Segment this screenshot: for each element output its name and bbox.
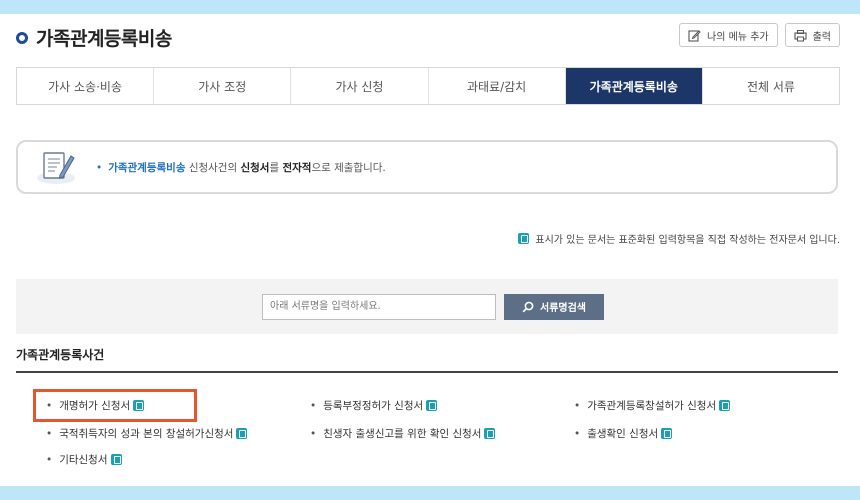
list-bullet: • bbox=[46, 453, 53, 466]
list-bullet: • bbox=[574, 399, 581, 412]
print-button[interactable]: 출력 bbox=[784, 23, 840, 47]
doc-item-other-application[interactable]: • 기타신청서 bbox=[46, 452, 122, 467]
list-bullet: • bbox=[310, 399, 317, 412]
doc-item-label: 기타신청서 bbox=[59, 454, 108, 466]
tab-family-registration[interactable]: 가족관계등록비송 bbox=[565, 68, 703, 104]
tab-family-mediation[interactable]: 가사 조정 bbox=[154, 68, 292, 104]
doc-item-label: 등록부정정허가 신청서 bbox=[323, 400, 424, 412]
print-label: 출력 bbox=[812, 31, 831, 43]
notice-highlight-electronic: 전자적 bbox=[282, 161, 312, 174]
notice-text: • 가족관계등록비송 신청사건의 신청서를 전자적으로 제출합니다. bbox=[96, 160, 386, 175]
doc-item-label: 친생자 출생신고를 위한 확인 신청서 bbox=[323, 428, 482, 440]
print-icon bbox=[794, 29, 807, 41]
tab-all-documents[interactable]: 전체 서류 bbox=[702, 68, 840, 104]
list-bullet: • bbox=[46, 427, 53, 440]
notice-text-part: 신청사건의 bbox=[185, 161, 241, 174]
notice-bullet: • bbox=[96, 161, 103, 174]
add-my-menu-button[interactable]: 나의 메뉴 추가 bbox=[679, 23, 778, 47]
edoc-icon bbox=[518, 233, 530, 244]
tab-family-litigation[interactable]: 가사 소송·비송 bbox=[17, 68, 155, 104]
add-my-menu-label: 나의 메뉴 추가 bbox=[707, 31, 769, 43]
tab-family-application[interactable]: 가사 신청 bbox=[291, 68, 429, 104]
category-tabs: 가사 소송·비송 가사 조정 가사 신청 과태료/감치 가족관계등록비송 전체 … bbox=[16, 67, 840, 105]
doc-item-label: 가족관계등록창설허가 신청서 bbox=[587, 400, 717, 412]
document-search-input[interactable] bbox=[262, 293, 496, 320]
search-button-label: 서류명검색 bbox=[540, 303, 586, 314]
page-title: 가족관계등록비송 bbox=[36, 28, 172, 50]
notice-text-part: 으로 제출합니다. bbox=[311, 161, 386, 174]
title-bullet-icon bbox=[16, 31, 28, 44]
title-row: 가족관계등록비송 bbox=[16, 24, 172, 51]
tab-fine-detention[interactable]: 과태료/감치 bbox=[428, 68, 566, 104]
edoc-icon bbox=[426, 400, 438, 411]
notice-text-part: 를 bbox=[269, 161, 283, 174]
notice-highlight-application: 신청서 bbox=[240, 161, 270, 174]
section-divider bbox=[16, 371, 838, 373]
edit-icon bbox=[688, 29, 701, 42]
edoc-legend: 표시가 있는 문서는 표준화된 입력항목을 직접 작성하는 전자문서 입니다. bbox=[518, 231, 840, 246]
highlight-box bbox=[33, 389, 197, 422]
document-search-button[interactable]: 서류명검색 bbox=[504, 293, 604, 320]
doc-item-label: 국적취득자의 성과 본의 창설허가신청서 bbox=[59, 428, 234, 440]
edoc-icon bbox=[484, 428, 496, 439]
edoc-icon bbox=[236, 428, 248, 439]
list-bullet: • bbox=[310, 427, 317, 440]
doc-item-naturalized-surname[interactable]: • 국적취득자의 성과 본의 창설허가신청서 bbox=[46, 426, 248, 441]
doc-item-label: 출생확인 신청서 bbox=[587, 428, 659, 440]
doc-item-birth-report-confirmation[interactable]: • 친생자 출생신고를 위한 확인 신청서 bbox=[310, 426, 496, 441]
top-buttons: 나의 메뉴 추가 출력 bbox=[679, 23, 840, 47]
section-title: 가족관계등록사건 bbox=[16, 348, 105, 362]
bottom-band bbox=[0, 486, 860, 500]
top-band bbox=[0, 0, 860, 14]
notice-box: • 가족관계등록비송 신청사건의 신청서를 전자적으로 제출합니다. bbox=[16, 140, 838, 194]
search-icon bbox=[522, 301, 534, 312]
notice-highlight-category: 가족관계등록비송 bbox=[108, 161, 186, 174]
document-pen-icon bbox=[37, 152, 75, 184]
doc-item-registry-creation[interactable]: • 가족관계등록창설허가 신청서 bbox=[574, 398, 731, 413]
doc-item-registry-correction[interactable]: • 등록부정정허가 신청서 bbox=[310, 398, 438, 413]
list-bullet: • bbox=[574, 427, 581, 440]
edoc-icon bbox=[661, 428, 673, 439]
search-panel: 서류명검색 bbox=[16, 279, 838, 334]
edoc-icon bbox=[719, 400, 731, 411]
edoc-icon bbox=[110, 454, 122, 465]
doc-item-birth-confirmation[interactable]: • 출생확인 신청서 bbox=[574, 426, 673, 441]
edoc-legend-text: 표시가 있는 문서는 표준화된 입력항목을 직접 작성하는 전자문서 입니다. bbox=[535, 235, 840, 246]
